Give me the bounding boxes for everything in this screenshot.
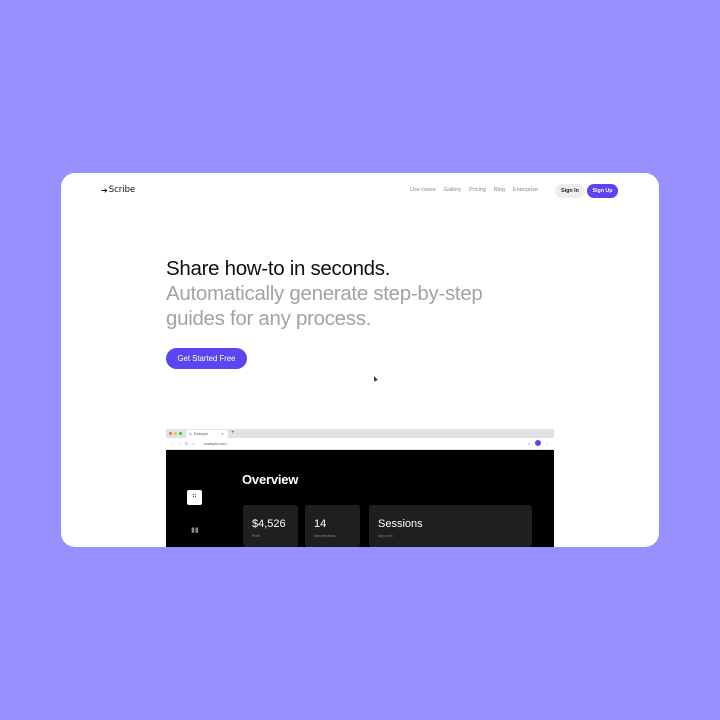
hero-title: Share how-to in seconds. — [166, 257, 391, 280]
bar-chart-icon: ▮▮ — [191, 527, 199, 534]
scribe-logo-icon: ➔ — [101, 185, 108, 195]
url-text: example.com — [204, 441, 227, 446]
nav-link-enterprise[interactable]: Enterprise — [513, 187, 538, 193]
more-icon: ⋮ — [545, 440, 549, 446]
brand-logo[interactable]: ➔ Scribe — [101, 185, 135, 195]
stat-value: Sessions — [378, 518, 423, 530]
stat-value: $4,526 — [252, 518, 286, 530]
browser-tab-bar: ◎ Example ✕ + — [166, 429, 554, 438]
browser-tab-title: Example — [194, 432, 209, 436]
back-icon: ← — [169, 441, 173, 446]
star-icon: ☆ — [527, 440, 531, 446]
stat-value: 14 — [314, 518, 327, 530]
tab-close-icon: ✕ — [220, 432, 224, 436]
address-bar-actions: ☆ ⋮ — [527, 440, 549, 446]
nav-link-gallery[interactable]: Gallery — [444, 187, 461, 193]
minimize-window-icon — [174, 432, 177, 435]
nav-link-blog[interactable]: Blog — [494, 187, 505, 193]
stat-label: avg a min — [378, 534, 393, 538]
home-icon: ⌂ — [192, 441, 195, 446]
overview-heading: Overview — [242, 472, 299, 487]
stat-card: Sessions avg a min — [369, 505, 532, 547]
get-started-button[interactable]: Get Started Free — [166, 348, 247, 369]
nav-controls: ← → ↻ ⌂ — [169, 441, 195, 446]
browser-tab: ◎ Example ✕ — [186, 430, 228, 438]
nav-link-pricing[interactable]: Pricing — [469, 187, 486, 193]
app-dashboard: ⠛ ▮▮ Overview $4,526 Profit 14 New feedb… — [166, 450, 554, 547]
close-window-icon — [169, 432, 172, 435]
maximize-window-icon — [179, 432, 182, 435]
sign-in-button[interactable]: Sign In — [555, 184, 585, 198]
browser-mockup: ◎ Example ✕ + ← → ↻ ⌂ example.com ☆ ⋮ ⠛ … — [166, 429, 554, 547]
globe-icon: ◎ — [189, 432, 193, 436]
sign-up-button[interactable]: Sign Up — [587, 184, 618, 198]
stat-card: 14 New feedback — [305, 505, 360, 547]
landing-page-card: ➔ Scribe Use cases Gallery Pricing Blog … — [61, 173, 659, 547]
grid-icon: ⠛ — [187, 490, 202, 505]
extension-icon — [535, 440, 541, 446]
reload-icon: ↻ — [185, 441, 189, 446]
stat-card: $4,526 Profit — [243, 505, 298, 547]
hero-subtitle: Automatically generate step-by-step guid… — [166, 282, 483, 330]
stat-label: Profit — [252, 534, 260, 538]
address-bar: ← → ↻ ⌂ example.com ☆ ⋮ — [166, 438, 554, 450]
cursor-icon — [372, 375, 378, 382]
forward-icon: → — [177, 441, 181, 446]
stat-label: New feedback — [314, 534, 336, 538]
nav-links: Use cases Gallery Pricing Blog Enterpris… — [410, 187, 538, 193]
top-nav: ➔ Scribe Use cases Gallery Pricing Blog … — [61, 173, 659, 209]
brand-name: Scribe — [108, 185, 136, 195]
new-tab-icon: + — [231, 430, 235, 436]
nav-link-use-cases[interactable]: Use cases — [410, 187, 436, 193]
